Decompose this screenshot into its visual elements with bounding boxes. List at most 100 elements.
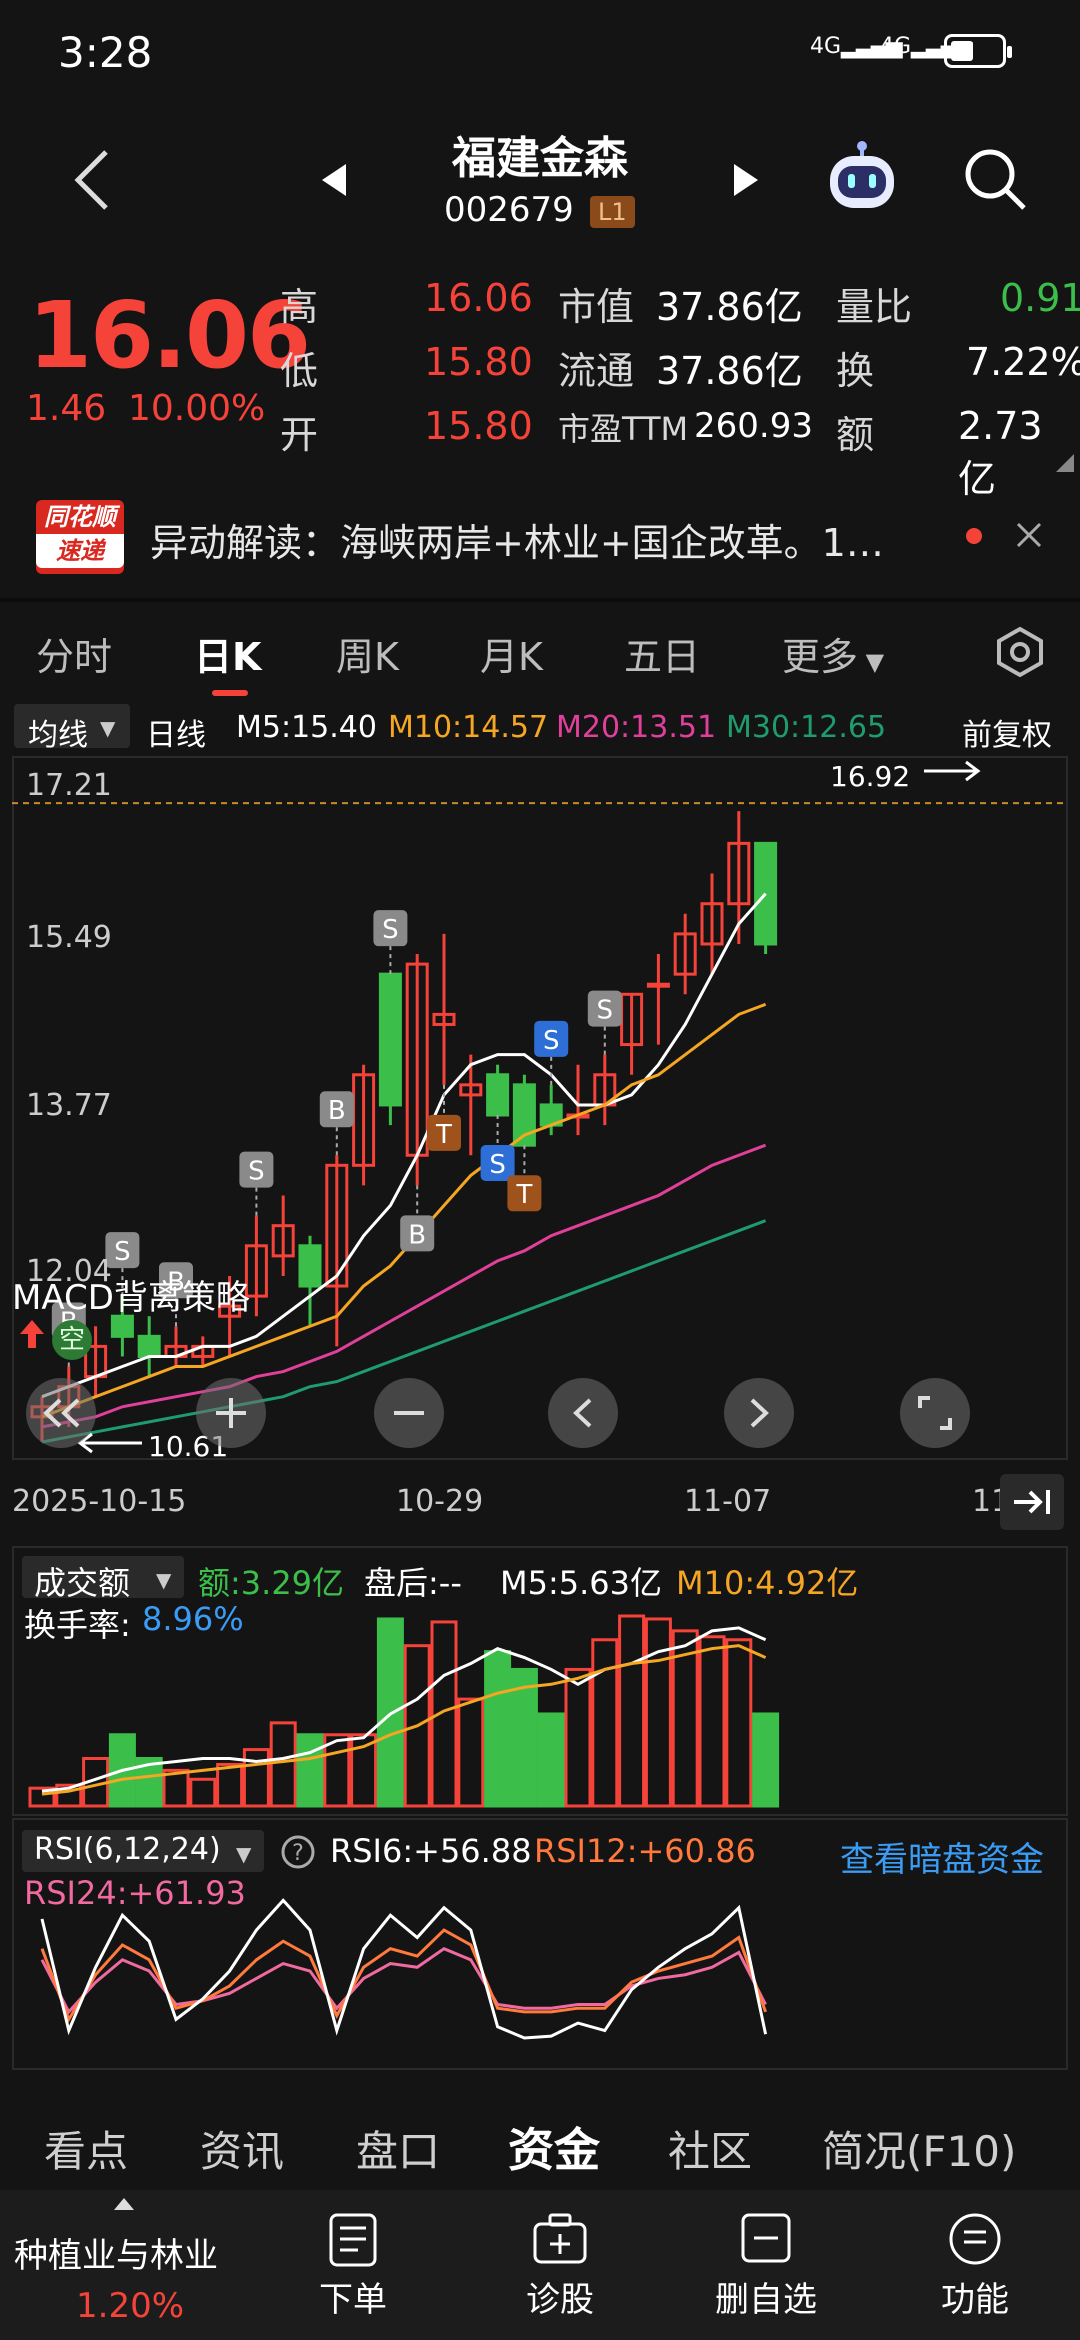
- expand-corner-icon[interactable]: [1056, 454, 1074, 472]
- ma5-value: M5:15.40: [236, 710, 377, 745]
- tab-news[interactable]: 资讯: [200, 2118, 284, 2179]
- signal-label: B: [408, 1220, 426, 1250]
- adjust-mode[interactable]: 前复权: [962, 710, 1052, 754]
- pe-label: 市盈TTM: [558, 410, 689, 448]
- y-label-1: 17.21: [26, 768, 112, 803]
- settings-hex-icon[interactable]: [994, 626, 1046, 678]
- nav-remove-watchlist[interactable]: 删自选: [696, 2272, 836, 2321]
- volume-bar: [216, 1762, 244, 1808]
- strategy-label[interactable]: MACD背离策略: [12, 1270, 250, 1319]
- last-price: 16.06: [28, 282, 311, 389]
- mcap-value: 37.86亿: [656, 285, 803, 329]
- active-tab-indicator: [212, 690, 248, 696]
- signal-label: B: [328, 1096, 346, 1126]
- empty-signal-badge: 空: [52, 1320, 92, 1360]
- close-icon[interactable]: [1014, 520, 1044, 550]
- volume-m5: M5:5.63亿: [500, 1564, 663, 1602]
- signal-label: S: [382, 915, 399, 945]
- volume-selector-label: 成交额: [34, 1564, 131, 1602]
- kline-chart[interactable]: BSBSBSBTSTSS: [12, 756, 1068, 1460]
- nav-functions[interactable]: 功能: [905, 2272, 1045, 2321]
- nav-order[interactable]: 下单: [283, 2272, 423, 2321]
- nav-diagnose[interactable]: 诊股: [490, 2272, 630, 2321]
- x-label-3: 11-07: [684, 1484, 772, 1519]
- volume-bar: [537, 1712, 565, 1808]
- ma10-value: M10:14.57: [388, 710, 549, 745]
- float-label: 流通: [558, 349, 635, 393]
- high-label: 高: [280, 285, 319, 329]
- low-value: 15.80: [424, 340, 533, 384]
- volume-m10: M10:4.92亿: [676, 1564, 859, 1602]
- volume-bar: [564, 1667, 592, 1808]
- tab-highlights[interactable]: 看点: [44, 2118, 128, 2179]
- news-text[interactable]: 异动解读：海峡两岸+林业+国企改革。1…: [150, 512, 884, 567]
- y-label-2: 15.49: [26, 920, 112, 955]
- news-brand-logo: 同花顺 速递: [36, 500, 124, 574]
- volume-ratio-label: 量比: [836, 285, 913, 329]
- volume-amount: 额:3.29亿: [198, 1564, 345, 1602]
- mcap-label: 市值: [558, 285, 635, 329]
- next-stock-icon[interactable]: [730, 160, 762, 200]
- sector-change: 1.20%: [76, 2286, 185, 2326]
- divider: [0, 598, 1080, 602]
- news-brand-bottom: 速递: [36, 534, 124, 568]
- remove-watchlist-icon: [741, 2213, 791, 2263]
- period-label: 日线: [146, 718, 206, 753]
- signal-label: S: [543, 1026, 560, 1056]
- function-menu-icon: [949, 2213, 1001, 2265]
- tab-daily-k[interactable]: 日K: [194, 626, 261, 681]
- rsi6-value: RSI6:+56.88: [330, 1832, 532, 1870]
- robot-assistant-icon[interactable]: [822, 140, 902, 220]
- tab-more[interactable]: 更多 ▼: [782, 626, 884, 681]
- tab-intraday[interactable]: 分时: [36, 626, 112, 681]
- tab-community[interactable]: 社区: [668, 2118, 752, 2179]
- tab-profile-f10[interactable]: 简况(F10): [822, 2118, 1016, 2179]
- tab-order-book[interactable]: 盘口: [356, 2118, 440, 2179]
- rsi24-line: [40, 1946, 767, 2015]
- level-badge: L1: [590, 196, 635, 228]
- signal-label: S: [248, 1157, 265, 1187]
- unread-dot-icon: [966, 528, 982, 544]
- candle-body: [486, 1073, 510, 1117]
- open-value: 15.80: [424, 404, 533, 448]
- sector-name[interactable]: 种植业与林业: [14, 2228, 218, 2277]
- dropdown-icon: ▼: [858, 648, 885, 676]
- x-label-2: 10-29: [396, 1484, 484, 1519]
- volume-bar: [269, 1721, 297, 1808]
- max-price-label: 16.92: [830, 760, 911, 793]
- rsi-selector-label: RSI(6,12,24): [34, 1832, 221, 1867]
- tab-capital[interactable]: 资金: [508, 2114, 600, 2180]
- ma-selector-label: 均线: [28, 718, 88, 753]
- news-brand-top: 同花顺: [44, 503, 116, 531]
- volume-bar: [189, 1777, 217, 1808]
- chevron-right-icon: [750, 1398, 769, 1428]
- low-label: 低: [280, 349, 319, 393]
- plus-icon: [216, 1398, 246, 1428]
- chevron-left-icon: [573, 1398, 592, 1428]
- volume-bar: [698, 1635, 726, 1808]
- volume-bar: [242, 1748, 270, 1808]
- stock-code: 002679: [444, 190, 574, 230]
- tab-monthly-k[interactable]: 月K: [480, 626, 543, 681]
- tab-weekly-k[interactable]: 周K: [336, 626, 399, 681]
- float-value: 37.86亿: [656, 349, 803, 393]
- help-icon[interactable]: ?: [280, 1834, 316, 1870]
- turnover-value: 7.22%: [966, 340, 1080, 384]
- candle-body: [646, 982, 670, 988]
- candle-body: [110, 1314, 134, 1338]
- price-change-pct: 10.00%: [128, 388, 266, 429]
- battery-icon: [944, 34, 1012, 68]
- minus-icon: [394, 1411, 424, 1415]
- sector-up-caret-icon: [114, 2198, 134, 2210]
- diagnose-icon: [533, 2213, 587, 2264]
- turnover-rate-value: 8.96%: [142, 1600, 244, 1638]
- price-change: 1.46: [26, 388, 107, 429]
- turnover-rate-label: 换手率:: [24, 1606, 131, 1644]
- ma20-value: M20:13.51: [556, 710, 717, 745]
- tab-five-day[interactable]: 五日: [624, 626, 700, 681]
- ma30-value: M30:12.65: [726, 710, 887, 745]
- candle-body: [137, 1334, 161, 1358]
- dark-pool-link[interactable]: 查看暗盘资金: [840, 1832, 1044, 1881]
- fullscreen-icon: [918, 1396, 952, 1430]
- search-icon[interactable]: [962, 146, 1028, 212]
